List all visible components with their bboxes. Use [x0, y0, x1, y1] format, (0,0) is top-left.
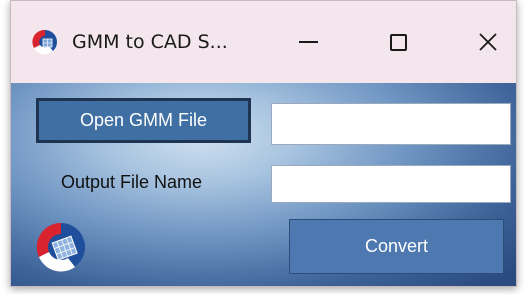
- close-icon: [479, 33, 497, 51]
- output-file-name-input[interactable]: [271, 165, 511, 203]
- convert-button[interactable]: Convert: [289, 219, 504, 274]
- gmm-file-path-input[interactable]: [271, 103, 511, 145]
- gmm-logo-icon: [35, 221, 87, 273]
- title-bar[interactable]: GMM to CAD S...: [11, 1, 516, 83]
- maximize-icon: [389, 33, 407, 51]
- window-title: GMM to CAD S...: [72, 31, 228, 53]
- minimize-icon: [298, 41, 318, 43]
- close-button[interactable]: [456, 21, 516, 63]
- maximize-button[interactable]: [366, 21, 430, 63]
- app-window: GMM to CAD S... Open GMM File Output Fil…: [10, 0, 517, 287]
- minimize-button[interactable]: [276, 21, 340, 63]
- form-panel: Open GMM File Output File Name Convert: [11, 83, 516, 286]
- output-file-name-label: Output File Name: [61, 172, 203, 192]
- app-icon: [31, 28, 59, 56]
- open-gmm-file-button[interactable]: Open GMM File: [36, 98, 251, 143]
